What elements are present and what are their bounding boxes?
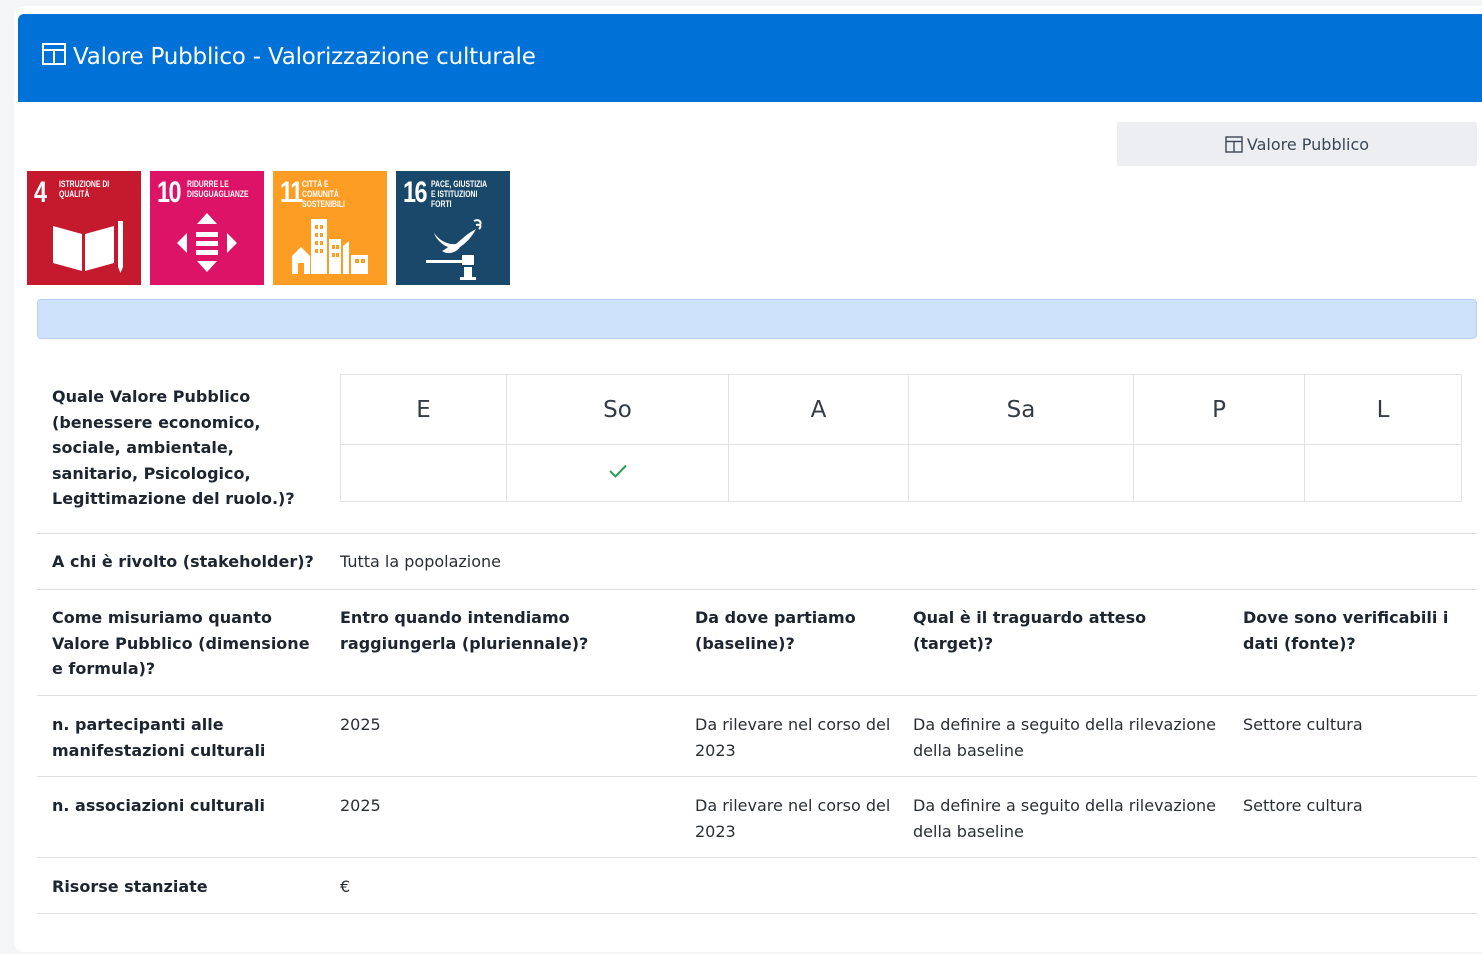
sdg-title: PACE, GIUSTIZIA E ISTITUZIONI FORTI: [431, 179, 487, 210]
indicator-source: Settore cultura: [1243, 715, 1363, 734]
indicator-deadline: 2025: [340, 796, 381, 815]
measure-header-target: Qual è il traguardo atteso (target)?: [913, 608, 1147, 653]
dimension-header-p: P: [1133, 374, 1305, 445]
resources-value: €: [340, 877, 351, 896]
valore-pubblico-button-label: Valore Pubblico: [1246, 134, 1370, 154]
resources-label: Risorse stanziate: [52, 877, 208, 896]
measure-header-deadline: Entro quando intendiamo raggiungerla (pl…: [340, 608, 589, 653]
divider: [37, 857, 1477, 858]
dimension-check-row: [340, 444, 1462, 502]
indicator-name: n. associazioni culturali: [52, 796, 265, 815]
indicator-baseline: Da rilevare nel corso del 2023: [695, 715, 891, 760]
dimension-header-l: L: [1304, 374, 1462, 445]
dimension-cell-sa: [908, 444, 1134, 502]
valore-pubblico-button[interactable]: Valore Pubblico: [1117, 122, 1477, 166]
checkmark-icon: [608, 464, 627, 478]
value-dimensions-table: E So A Sa P L: [340, 374, 1462, 502]
dimension-header-e: E: [340, 374, 507, 445]
divider: [37, 695, 1477, 696]
sdg-number: 4: [34, 176, 47, 209]
dimension-header-sa: Sa: [908, 374, 1134, 445]
sdg-number: 16: [403, 176, 427, 209]
sdg-title: CITTÀ E COMUNITÀ SOSTENIBILI: [302, 179, 345, 210]
city-buildings-icon: [292, 219, 368, 274]
sdg-4-tile: 4 ISTRUZIONE DI QUALITÀ: [27, 171, 141, 285]
measure-header-dimension: Come misuriamo quanto Valore Pubblico (d…: [52, 608, 310, 678]
divider: [37, 589, 1477, 590]
sdg-number: 10: [157, 176, 181, 209]
dimension-cell-e: [340, 444, 507, 502]
equality-arrows-icon: [177, 213, 237, 272]
indicator-target: Da definire a seguito della rilevazione …: [913, 715, 1216, 760]
divider: [37, 913, 1477, 914]
sdg-number: 11: [280, 176, 303, 209]
dimension-cell-a: [728, 444, 909, 502]
value-question-label: Quale Valore Pubblico (benessere economi…: [52, 387, 295, 508]
indicator-source: Settore cultura: [1243, 796, 1363, 815]
dimension-header-row: E So A Sa P L: [340, 374, 1462, 445]
dimension-cell-so: [506, 444, 729, 502]
main-card: Valore Pubblico - Valorizzazione cultura…: [14, 6, 1482, 952]
dimension-header-a: A: [728, 374, 909, 445]
dimension-cell-p: [1133, 444, 1305, 502]
sdg-title: ISTRUZIONE DI QUALITÀ: [59, 179, 110, 200]
measure-header-baseline: Da dove partiamo (baseline)?: [695, 608, 856, 653]
divider: [37, 776, 1477, 777]
info-banner: [37, 299, 1477, 339]
page-title: Valore Pubblico - Valorizzazione cultura…: [73, 44, 536, 70]
sdg-16-tile: 16 PACE, GIUSTIZIA E ISTITUZIONI FORTI: [396, 171, 510, 285]
divider: [37, 533, 1477, 534]
sdg-11-tile: 11 CITTÀ E COMUNITÀ SOSTENIBILI: [273, 171, 387, 285]
sdg-title: RIDURRE LE DISUGUAGLIANZE: [187, 179, 249, 200]
indicator-deadline: 2025: [340, 715, 381, 734]
indicator-name: n. partecipanti alle manifestazioni cult…: [52, 715, 266, 760]
stakeholder-value: Tutta la popolazione: [340, 552, 502, 571]
dove-gavel-icon: [426, 219, 482, 280]
stakeholder-label: A chi è rivolto (stakeholder)?: [52, 552, 314, 571]
sdg-10-tile: 10 RIDURRE LE DISUGUAGLIANZE: [150, 171, 264, 285]
page-header: Valore Pubblico - Valorizzazione cultura…: [18, 14, 1482, 102]
dimension-cell-l: [1304, 444, 1462, 502]
indicator-target: Da definire a seguito della rilevazione …: [913, 796, 1216, 841]
table-icon: [1225, 135, 1243, 153]
sdg-icons: 4 ISTRUZIONE DI QUALITÀ 10 RIDURRE LE DI…: [27, 171, 510, 285]
dimension-header-so: So: [506, 374, 729, 445]
table-icon: [42, 43, 66, 65]
indicator-baseline: Da rilevare nel corso del 2023: [695, 796, 891, 841]
measure-header-source: Dove sono verificabili i dati (fonte)?: [1243, 608, 1449, 653]
book-pencil-icon: [53, 221, 123, 273]
